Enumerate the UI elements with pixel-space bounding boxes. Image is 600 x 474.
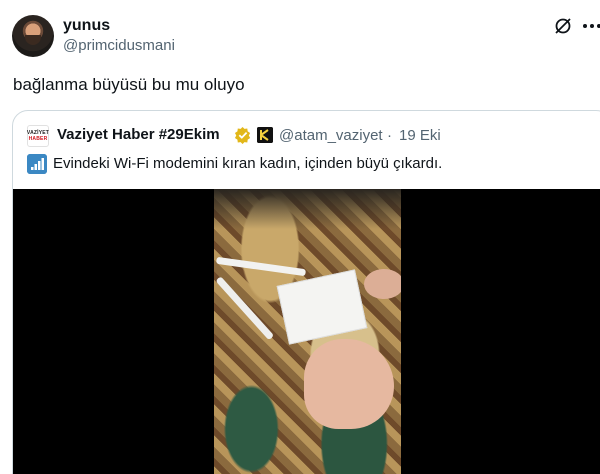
quoted-author-handle[interactable]: @atam_vaziyet bbox=[279, 127, 383, 144]
author-handle[interactable]: @primcidusmani bbox=[63, 37, 175, 54]
video-frame[interactable] bbox=[214, 189, 401, 474]
modem-image bbox=[276, 269, 368, 345]
signal-bars-icon bbox=[27, 154, 47, 174]
more-icon[interactable] bbox=[583, 24, 600, 28]
quoted-date[interactable]: 19 Eki bbox=[399, 127, 441, 144]
quoted-author-logo[interactable]: VAZİYET HABER bbox=[27, 125, 49, 147]
affiliate-icon bbox=[257, 127, 273, 143]
separator-dot: · bbox=[387, 127, 392, 144]
quoted-tweet[interactable]: VAZİYET HABER Vaziyet Haber #29Ekim @ata… bbox=[12, 110, 600, 474]
avatar[interactable] bbox=[12, 15, 54, 57]
video-player[interactable] bbox=[13, 189, 600, 474]
quoted-author-name[interactable]: Vaziyet Haber #29Ekim bbox=[57, 126, 220, 143]
grok-icon[interactable] bbox=[553, 16, 573, 36]
author-name[interactable]: yunus bbox=[63, 17, 110, 35]
verified-icon bbox=[234, 126, 251, 144]
quoted-text: Evindeki Wi-Fi modemini kıran kadın, içi… bbox=[53, 155, 443, 172]
tweet-text: bağlanma büyüsü bu mu oluyo bbox=[13, 75, 245, 94]
